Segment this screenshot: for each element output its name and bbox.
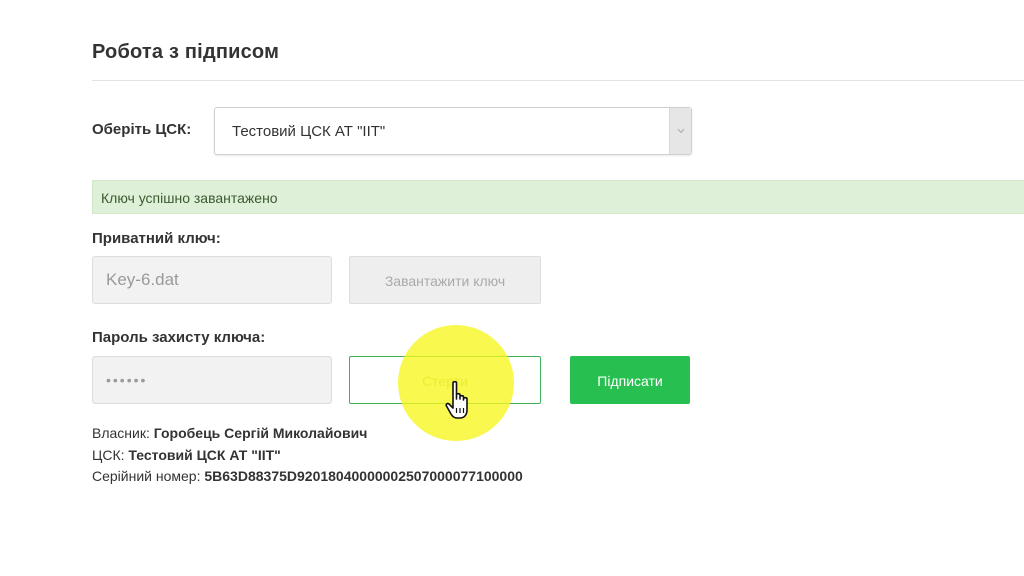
page-title: Робота з підписом xyxy=(92,41,280,63)
load-key-button[interactable]: Завантажити ключ xyxy=(349,256,541,304)
ca-select-value: Тестовий ЦСК АТ "ІІТ" xyxy=(232,123,386,140)
password-label: Пароль захисту ключа: xyxy=(92,329,266,346)
owner-value: Горобець Сергій Миколайович xyxy=(153,425,368,441)
ca-info-label: ЦСК: xyxy=(92,446,125,463)
chevron-down-icon[interactable] xyxy=(669,108,691,154)
serial-row: Серійний номер: 5B63D88375D9201804000000… xyxy=(92,466,523,488)
ca-info-value: Тестовий ЦСК АТ "ІІТ" xyxy=(128,446,281,463)
ca-select[interactable]: Тестовий ЦСК АТ "ІІТ" xyxy=(214,107,692,155)
ca-label: Оберіть ЦСК: xyxy=(92,121,192,138)
private-key-label: Приватний ключ: xyxy=(92,230,221,247)
key-info: Власник: Горобець Сергій Миколайович ЦСК… xyxy=(92,423,523,488)
clear-button[interactable]: Стерти xyxy=(349,356,541,404)
serial-value: 5B63D88375D92018040000002507000077100000 xyxy=(204,468,523,484)
key-file-input[interactable]: Key-6.dat xyxy=(92,256,332,304)
owner-row: Власник: Горобець Сергій Миколайович xyxy=(92,423,523,445)
owner-label: Власник: xyxy=(92,425,150,441)
success-alert-text: Ключ успішно завантажено xyxy=(101,190,278,206)
password-input[interactable]: •••••• xyxy=(92,356,332,404)
sign-button[interactable]: Підписати xyxy=(570,356,690,404)
ca-row: ЦСК: Тестовий ЦСК АТ "ІІТ" xyxy=(92,445,523,467)
success-alert: Ключ успішно завантажено xyxy=(92,180,1024,214)
serial-label: Серійний номер: xyxy=(92,468,201,484)
title-divider xyxy=(92,80,1024,81)
